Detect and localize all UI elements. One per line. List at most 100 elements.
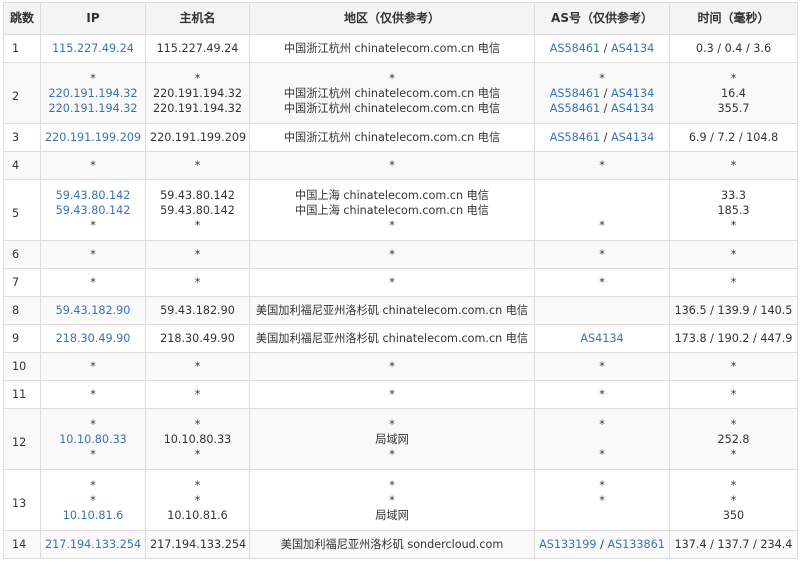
hostname-line: * [150,359,245,374]
as-number-link[interactable]: AS133199 [539,538,596,551]
hostname-cell: 59.43.182.90 [145,296,250,325]
hop-number: 10 [12,360,27,373]
as-cell: * [534,179,670,241]
hostname-text: * [194,159,201,172]
time-cell: * [669,352,798,381]
ip-link[interactable]: 220.191.199.209 [45,131,141,144]
ip-text: * [90,493,96,507]
time-text: 0.3 / 0.4 / 3.6 [695,42,772,55]
hostname-text: * [194,447,201,461]
as-number-link[interactable]: AS58461 [550,87,600,100]
hostname-text: 218.30.49.90 [160,332,235,345]
time-line: * [674,247,793,262]
region-text: * [389,417,395,431]
ip-link[interactable]: 59.43.80.142 [56,189,131,202]
ip-link[interactable]: 59.43.182.90 [56,304,131,317]
as-line: * [539,387,665,402]
time-cell: 137.4 / 137.7 / 234.4 [669,530,798,559]
as-line: AS133199 / AS133861 [539,537,665,552]
table-row: 12 * 10.10.80.33 * * 10.10.80.33 * * 局域网 * * * * 252.… [3,408,798,470]
hop-cell: 13 [3,469,41,531]
as-placeholder: * [599,248,605,261]
ip-line: * [45,359,141,374]
region-line: * [254,447,530,462]
time-line: 16.4 [674,86,793,101]
as-number-link[interactable]: AS58461 [550,42,600,55]
as-number-link[interactable]: AS4134 [580,332,623,345]
as-number-link[interactable]: AS58461 [550,131,600,144]
ip-cell: 220.191.199.209 [40,123,146,152]
hop-number: 4 [12,159,20,172]
time-cell: * [669,240,798,269]
as-placeholder: * [599,71,605,85]
hostname-line: * [150,275,245,290]
hostname-line: 115.227.49.24 [150,41,245,56]
time-line: * [674,417,793,432]
hostname-text: * [194,493,201,507]
ip-link[interactable]: 220.191.194.32 [49,102,138,115]
ip-line: * [45,71,141,86]
hostname-text: * [194,388,201,401]
ip-line: 217.194.133.254 [45,537,141,552]
hop-number: 14 [12,538,27,551]
as-placeholder: * [599,159,605,172]
region-cell: * [249,268,535,297]
as-number-link[interactable]: AS4134 [611,131,654,144]
region-text: * [389,248,395,261]
ip-link[interactable]: 217.194.133.254 [45,538,141,551]
hostname-text: 59.43.80.142 [160,188,235,202]
region-line: 中国浙江杭州 chinatelecom.com.cn 电信 [254,130,530,145]
ip-link[interactable]: 220.191.194.32 [49,87,138,100]
as-number-link[interactable]: AS58461 [550,102,600,115]
ip-link[interactable]: 10.10.81.6 [63,509,124,522]
ip-cell: 217.194.133.254 [40,530,146,559]
hostname-text: * [194,478,201,492]
ip-link[interactable]: 218.30.49.90 [56,332,131,345]
ip-link[interactable]: 10.10.80.33 [59,433,127,446]
hostname-text: 10.10.80.33 [163,432,232,446]
region-line: * [254,218,530,233]
hostname-cell: * [145,352,250,381]
ip-text: * [90,248,96,261]
time-line: 137.4 / 137.7 / 234.4 [674,537,793,552]
ip-cell: * 10.10.80.33 * [40,408,146,470]
region-text: 局域网 [375,432,409,446]
region-line: * [254,158,530,173]
ip-line: 10.10.81.6 [45,508,141,523]
as-cell: AS58461 / AS4134 [534,123,670,152]
ip-link[interactable]: 59.43.80.142 [56,204,131,217]
time-cell: * 16.4 355.7 [669,62,798,124]
time-line: * [674,493,793,508]
hop-number: 8 [12,304,20,317]
time-text: * [730,218,737,232]
ip-cell: * [40,268,146,297]
hostname-text: 220.191.194.32 [153,101,242,115]
hostname-line: 10.10.81.6 [150,508,245,523]
ip-line: 220.191.194.32 [45,101,141,116]
as-cell: * [534,240,670,269]
time-text: * [730,388,737,401]
ip-cell: * [40,380,146,409]
as-number-link[interactable]: AS133861 [607,538,664,551]
hostname-line: 10.10.80.33 [150,432,245,447]
as-line: * [539,478,665,493]
ip-link[interactable]: 115.227.49.24 [52,42,134,55]
hostname-text: * [194,71,201,85]
hop-number: 11 [12,388,27,401]
ip-line: 59.43.80.142 [45,188,141,203]
region-text: * [389,493,395,507]
hop-cell: 2 [3,62,41,124]
as-placeholder: * [599,478,605,492]
table-row: 2 * 220.191.194.32 220.191.194.32 * 220.191.1… [3,62,798,124]
as-number-link[interactable]: AS4134 [611,102,654,115]
as-number-link[interactable]: AS4134 [611,42,654,55]
header-hostname: 主机名 [145,2,250,35]
hostname-text: * [194,218,201,232]
hostname-cell: * 220.191.194.32 220.191.194.32 [145,62,250,124]
region-cell: * [249,151,535,180]
as-number-link[interactable]: AS4134 [611,87,654,100]
ip-cell: * [40,240,146,269]
region-cell: 中国上海 chinatelecom.com.cn 电信 中国上海 chinatel… [249,179,535,241]
time-line: * [674,387,793,402]
as-line: * [539,493,665,508]
